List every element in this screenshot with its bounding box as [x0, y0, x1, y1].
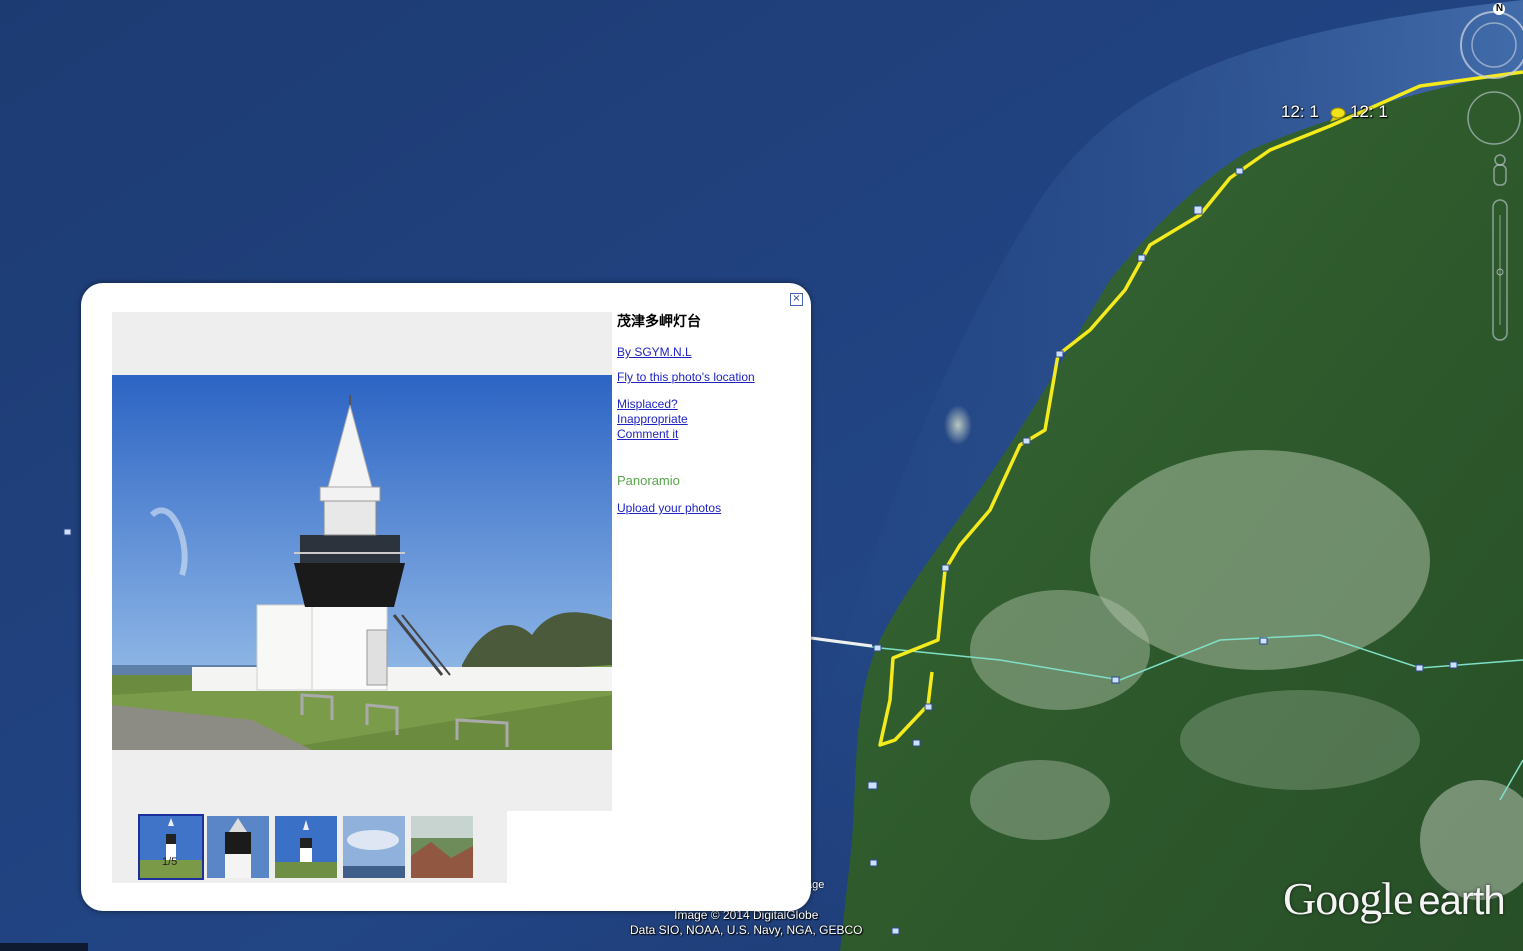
- close-icon[interactable]: ×: [790, 293, 803, 306]
- comment-link[interactable]: Comment it: [617, 427, 797, 442]
- pin-label-right[interactable]: 12: 1: [1350, 102, 1388, 122]
- lighthouse-photo[interactable]: [112, 375, 612, 750]
- thumbnail-strip: 1/5: [112, 811, 507, 883]
- thumbnail-4[interactable]: [343, 816, 405, 878]
- zoom-slider[interactable]: [1492, 199, 1508, 341]
- compass-north-label[interactable]: N: [1494, 3, 1505, 14]
- navigation-controls: N: [1456, 0, 1523, 360]
- photo-info-balloon: × 1/5 茂津多岬灯台 By SGYM.N.L Fly to this pho…: [81, 283, 811, 911]
- street-view-pegman-icon[interactable]: [1493, 154, 1507, 186]
- thumbnail-1[interactable]: 1/5: [138, 814, 204, 880]
- upload-panel: Upload your photos: [617, 501, 797, 516]
- thumbnail-counter: 1/5: [162, 856, 178, 868]
- photo-frame: [112, 312, 612, 811]
- thumbnail-3[interactable]: [275, 816, 337, 878]
- google-earth-logo: Google earth: [1283, 872, 1506, 925]
- photo-title: 茂津多岬灯台: [617, 313, 701, 329]
- look-joystick[interactable]: [1467, 91, 1521, 145]
- thumbnail-5[interactable]: [411, 816, 473, 878]
- thumbnail-2[interactable]: [207, 816, 269, 878]
- author-link[interactable]: By SGYM.N.L: [617, 345, 797, 360]
- upload-photos-link[interactable]: Upload your photos: [617, 501, 797, 516]
- logo-google: Google: [1283, 873, 1413, 924]
- inappropriate-link[interactable]: Inappropriate: [617, 412, 797, 427]
- photo-info-panel: 茂津多岬灯台 By SGYM.N.L Fly to this photo's l…: [617, 311, 797, 442]
- pin-label-left[interactable]: 12: 1: [1281, 102, 1319, 122]
- attribution-data: Data SIO, NOAA, U.S. Navy, NGA, GEBCO: [630, 923, 863, 937]
- logo-earth: earth: [1418, 879, 1505, 923]
- map-attribution: Image © 2014 DigitalGlobe Data SIO, NOAA…: [630, 908, 863, 938]
- compass-ring[interactable]: [1460, 3, 1523, 79]
- fly-to-location-link[interactable]: Fly to this photo's location: [617, 370, 797, 385]
- misplaced-link[interactable]: Misplaced?: [617, 397, 797, 412]
- panoramio-logo[interactable]: Panoramio: [617, 473, 680, 488]
